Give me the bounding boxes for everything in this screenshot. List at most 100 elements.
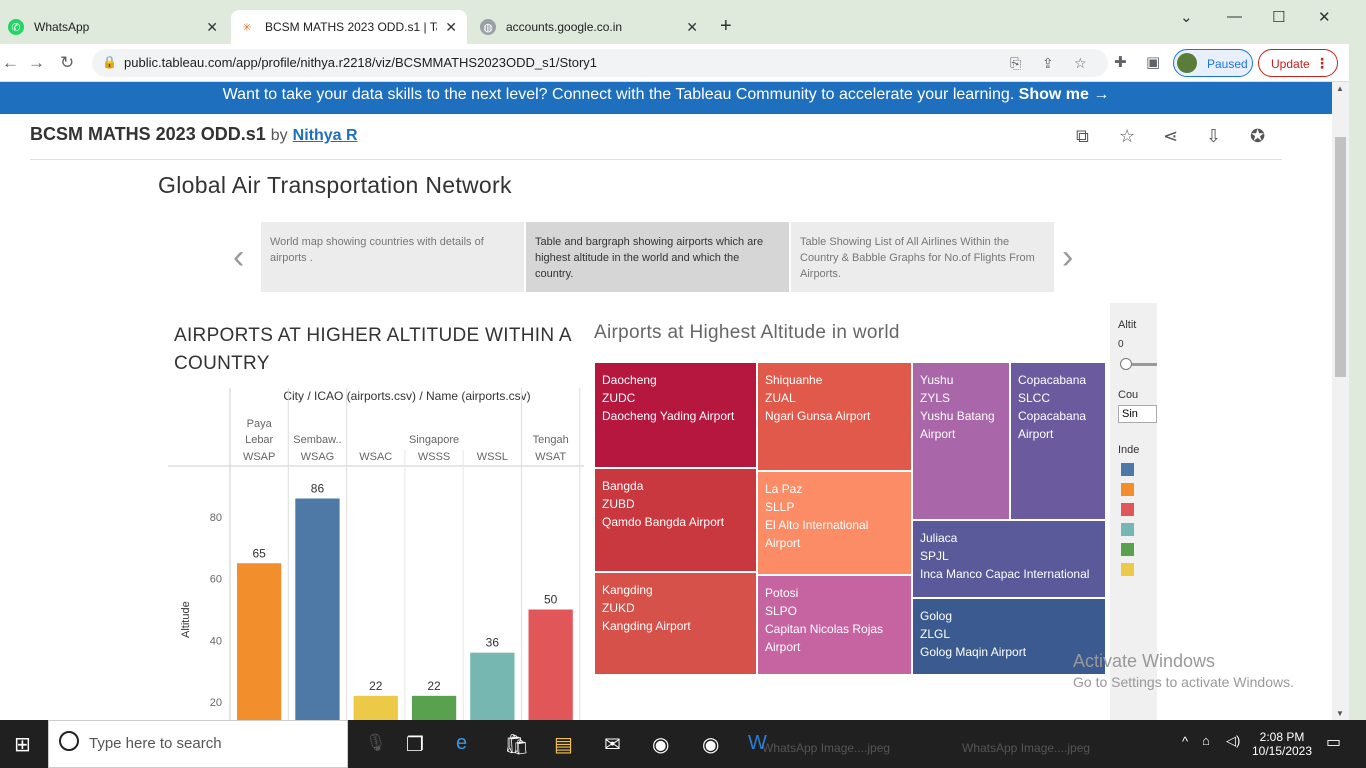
y-tick-label: 60 (210, 574, 222, 586)
bar-wsap (237, 563, 282, 720)
edge-icon[interactable]: e (456, 732, 467, 755)
mail-icon[interactable]: ✉ (604, 732, 621, 757)
bar-value-label: 22 (427, 679, 441, 693)
watermark-line-1: Activate Windows (1073, 651, 1216, 671)
file-explorer-icon[interactable]: ▤ (554, 732, 573, 757)
treemap-city: Yushu (920, 373, 954, 387)
close-tab-icon[interactable]: ✕ (445, 19, 457, 36)
previous-arrow-icon[interactable]: ‹ (233, 238, 244, 277)
address-bar[interactable]: 🔒 public.tableau.com/app/profile/nithya.… (92, 49, 1108, 77)
reload-icon[interactable]: ↻ (60, 53, 74, 73)
bar-wsss (411, 695, 457, 720)
treemap-cell-zubd[interactable]: Bangda ZUBD Qamdo Bangda Airport (594, 468, 757, 572)
treemap-cell-spjl[interactable]: Juliaca SPJL Inca Manco Capac Internationa… (912, 520, 1106, 598)
scroll-down-icon[interactable]: ▼ (1336, 709, 1344, 718)
close-tab-icon[interactable]: ✕ (686, 19, 698, 36)
vertical-scrollbar[interactable]: ▲ ▼ (1332, 82, 1349, 720)
extensions-icon[interactable]: ✚ (1114, 53, 1127, 71)
treemap-cell-slcc[interactable]: Copacabana SLCC Copacabana Airport (1010, 362, 1106, 520)
minimize-button[interactable]: — (1227, 8, 1242, 25)
altitude-slider-track[interactable] (1132, 363, 1157, 366)
treemap-cell-zudc[interactable]: Daocheng ZUDC Daocheng Yading Airport (594, 362, 757, 468)
bookmark-star-icon[interactable]: ☆ (1074, 55, 1087, 72)
tab-google-accounts[interactable]: ◍ accounts.google.co.in ✕ (472, 10, 708, 44)
clock[interactable]: 2:08 PM 10/15/2023 (1250, 730, 1314, 758)
search-placeholder: Type here to search (89, 735, 222, 752)
show-hidden-icons[interactable]: ^ (1182, 734, 1188, 749)
left-chart-title: AIRPORTS AT HIGHER ALTITUDE WITHIN A COU… (174, 325, 571, 374)
windows-start-icon[interactable]: ⊞ (14, 732, 31, 757)
update-button[interactable]: Update ⋮ (1258, 49, 1338, 77)
legend-swatch[interactable] (1121, 483, 1134, 496)
menu-icon[interactable]: ⋮ (1315, 55, 1329, 72)
new-tab-button[interactable]: + (720, 15, 732, 38)
close-window-button[interactable]: ✕ (1318, 8, 1331, 26)
maximize-button[interactable]: ☐ (1272, 8, 1285, 26)
copy-icon[interactable]: ⧉ (1076, 126, 1089, 147)
viz-by: by (270, 127, 288, 144)
treemap-icao: SLPO (765, 604, 798, 618)
treemap-cell-slpo[interactable]: Potosi SLPO Capitan Nicolas Rojas Airport (757, 575, 912, 675)
globe-icon: ◍ (480, 19, 496, 35)
volume-icon[interactable]: ◁) (1226, 733, 1240, 749)
task-view-icon[interactable]: ❐ (406, 732, 424, 757)
store-icon[interactable]: 🛍 (504, 732, 529, 757)
column-header: City / ICAO (airports.csv) / Name (airpo… (283, 389, 530, 403)
treemap-city: Golog (920, 609, 953, 623)
chrome-profile-icon[interactable]: ◉ (702, 732, 719, 757)
legend-swatch[interactable] (1121, 463, 1134, 476)
scroll-up-icon[interactable]: ▲ (1336, 84, 1344, 93)
treemap-city: Potosi (765, 586, 799, 600)
download-icon[interactable]: ⇩ (1206, 126, 1221, 147)
forward-icon[interactable]: → (28, 53, 45, 73)
banner-link[interactable]: Show me → (1019, 86, 1110, 103)
treemap-cell-zukd[interactable]: Kangding ZUKD Kangding Airport (594, 572, 757, 675)
tab-whatsapp[interactable]: ✆ WhatsApp ✕ (0, 10, 228, 44)
favorite-icon[interactable]: ☆ (1119, 126, 1135, 147)
url-text[interactable]: public.tableau.com/app/profile/nithya.r2… (124, 55, 597, 70)
right-chart-title: Airports at Highest Altitude in world (594, 322, 900, 343)
treemap-city: Shiquanhe (765, 373, 823, 387)
profile-button[interactable]: Paused (1173, 49, 1253, 77)
story-point-1[interactable]: World map showing countries with details… (261, 222, 524, 292)
treemap-icao: SPJL (920, 549, 949, 563)
taskbar-preview-label: WhatsApp Image....jpeg (762, 741, 891, 755)
story-point-2[interactable]: Table and bargraph showing airports whic… (526, 222, 789, 292)
chrome-icon[interactable]: ◉ (652, 732, 669, 757)
treemap-cell-zual[interactable]: Shiquanhe ZUAL Ngari Gunsa Airport (757, 362, 912, 471)
badge-icon[interactable]: ✪ (1250, 126, 1265, 147)
translate-icon[interactable]: ⎘ (1010, 55, 1021, 72)
notifications-icon[interactable]: ▭ (1326, 732, 1341, 752)
author-link[interactable]: Nithya R (293, 127, 358, 144)
legend-swatch[interactable] (1121, 563, 1134, 576)
microphone-icon[interactable]: 🎙 (365, 733, 387, 753)
treemap-cell-zyls[interactable]: Yushu ZYLS Yushu Batang Airport (912, 362, 1010, 520)
legend-swatch[interactable] (1121, 543, 1134, 556)
treemap-name: Ngari Gunsa Airport (765, 409, 871, 423)
treemap-icao: SLLP (765, 500, 795, 514)
share-icon[interactable]: ⋖ (1163, 126, 1178, 147)
bar-value-label: 86 (311, 482, 325, 496)
treemap-icao: ZLGL (920, 627, 951, 641)
word-icon[interactable]: W (748, 732, 767, 755)
taskbar-search-box[interactable]: Type here to search 🎙 (48, 720, 387, 768)
tab-tableau[interactable]: ✳ BCSM MATHS 2023 ODD.s1 | Tab ✕ (231, 10, 467, 44)
story-point-3[interactable]: Table Showing List of All Airlines Withi… (791, 222, 1054, 292)
next-arrow-icon[interactable]: › (1062, 238, 1073, 277)
activate-windows-watermark: Activate Windows Go to Settings to activ… (1073, 651, 1294, 690)
legend-swatch[interactable] (1121, 523, 1134, 536)
close-tab-icon[interactable]: ✕ (206, 19, 218, 36)
lock-icon[interactable]: 🔒 (102, 55, 117, 69)
altitude-slider-handle[interactable] (1120, 358, 1132, 370)
share-icon[interactable]: ⇪ (1042, 55, 1054, 72)
side-panel-icon[interactable]: ▣ (1146, 53, 1160, 71)
watermark-line-2: Go to Settings to activate Windows. (1073, 674, 1294, 690)
tab-search-icon[interactable]: ⌄ (1180, 8, 1193, 26)
altitude-treemap: Daocheng ZUDC Daocheng Yading Airport Bangd… (594, 362, 1106, 675)
legend-swatch[interactable] (1121, 503, 1134, 516)
back-icon[interactable]: ← (2, 53, 19, 73)
network-icon[interactable]: ⌂ (1202, 733, 1210, 748)
country-filter-select[interactable]: Sin (1118, 405, 1157, 423)
scrollbar-thumb[interactable] (1335, 137, 1346, 377)
treemap-cell-sllp[interactable]: La Paz SLLP El Alto International Airport (757, 471, 912, 575)
